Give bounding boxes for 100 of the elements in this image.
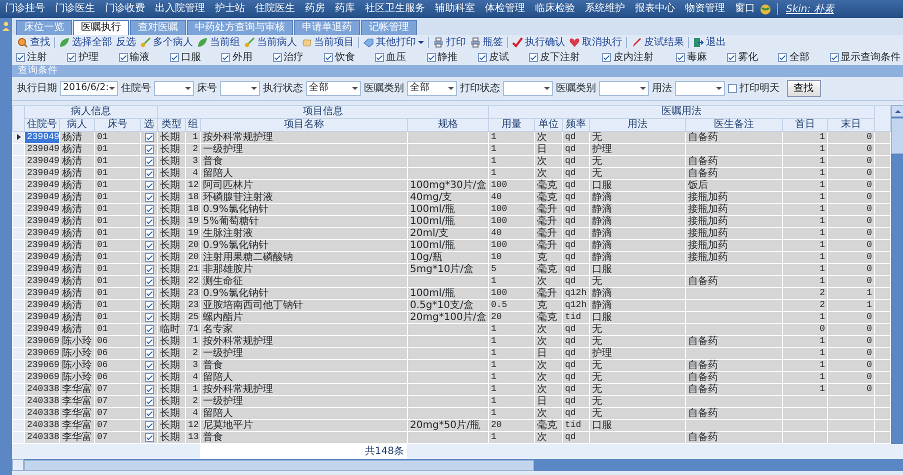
row-checkbox[interactable]	[144, 313, 154, 322]
row-checkbox[interactable]	[144, 133, 154, 142]
row-checkbox[interactable]	[144, 193, 154, 202]
row-checkbox[interactable]	[144, 409, 154, 418]
toolbar-button[interactable]: 退出	[691, 35, 728, 50]
table-cell-text: 无	[592, 132, 603, 143]
row-checkbox[interactable]	[144, 349, 154, 358]
menu-item[interactable]: 报表中心	[630, 0, 680, 18]
menu-item[interactable]: 体检管理	[480, 0, 530, 18]
combo-box[interactable]: 全部	[407, 81, 457, 96]
row-checkbox[interactable]	[144, 433, 154, 442]
toolbar-button[interactable]: 当前组	[195, 35, 242, 50]
toolbar-button[interactable]: 当前项目	[299, 35, 356, 50]
toolbar-button[interactable]: 取消执行	[567, 35, 624, 50]
row-checkbox[interactable]	[144, 289, 154, 298]
globe-icon[interactable]	[760, 4, 771, 14]
row-checkbox[interactable]	[144, 361, 154, 370]
filter-checkbox[interactable]: 血压	[375, 50, 426, 65]
tab[interactable]: 医嘱执行	[73, 20, 129, 35]
filter-checkbox[interactable]: 外用	[221, 50, 273, 65]
table-cell-text: 长期	[160, 264, 181, 275]
filter-checkbox[interactable]: 皮内注射	[602, 50, 676, 65]
filter-checkbox[interactable]: 治疗	[272, 50, 324, 65]
row-checkbox[interactable]	[144, 265, 154, 274]
row-checkbox[interactable]	[144, 253, 154, 262]
menu-item[interactable]: 住院医生	[250, 0, 300, 18]
menu-item[interactable]: 药库	[330, 0, 360, 18]
table-cell-text: 留陪人	[203, 408, 234, 419]
scroll-up-button[interactable]	[891, 105, 903, 117]
table-cell-text: 0	[818, 324, 825, 335]
table-cell-text: 接瓶加药	[688, 216, 729, 227]
combo-box[interactable]: 全部	[306, 81, 361, 96]
row-checkbox[interactable]	[144, 241, 154, 250]
filter-checkbox[interactable]: 输液	[118, 50, 170, 65]
toolbar-button[interactable]: 当前病人	[242, 35, 299, 50]
menu-item[interactable]: 门诊挂号	[0, 0, 50, 18]
table-cell-text: 40mg/支	[410, 192, 454, 203]
skin-link[interactable]: Skin: 朴素	[781, 2, 839, 16]
toolbar-button[interactable]: 反选	[114, 35, 138, 50]
menu-item[interactable]: 门诊收费	[100, 0, 150, 18]
toolbar-button[interactable]: 皮试结果	[629, 35, 686, 50]
scroll-thumb[interactable]	[24, 460, 534, 470]
search-button[interactable]: 查找	[786, 80, 820, 97]
row-checkbox[interactable]	[144, 337, 154, 346]
menu-item[interactable]: 社区卫生服务	[360, 0, 430, 18]
row-checkbox[interactable]	[144, 169, 154, 178]
table-cell-text: 1	[491, 360, 498, 371]
table-cell: 239049	[27, 192, 57, 203]
vertical-scrollbar[interactable]	[891, 105, 903, 444]
scroll-thumb[interactable]	[891, 118, 903, 154]
row-checkbox[interactable]	[144, 205, 154, 214]
row-checkbox[interactable]	[144, 373, 154, 382]
table-cell-text: 次	[537, 408, 548, 419]
table-cell-text: 100ml/瓶	[410, 288, 456, 299]
toolbar-button[interactable]: 选择全部	[57, 35, 114, 50]
menu-item[interactable]: 物资管理	[680, 0, 730, 18]
row-checkbox[interactable]	[144, 277, 154, 286]
row-checkbox[interactable]	[144, 325, 154, 334]
toolbar-button[interactable]: 多个病人	[138, 35, 195, 50]
toolbar-button[interactable]: 打印	[431, 35, 468, 50]
row-checkbox[interactable]	[144, 229, 154, 238]
toolbar-button[interactable]: 瓶签	[468, 35, 505, 50]
filter-checkbox[interactable]: 口服	[170, 50, 222, 65]
combo-box[interactable]: 2016/6/2:	[60, 81, 118, 96]
filter-checkbox[interactable]: 毒麻	[676, 50, 728, 65]
filter-checkbox[interactable]: 全部	[778, 50, 830, 65]
menu-item[interactable]: 门诊医生	[50, 0, 100, 18]
filter-checkbox[interactable]: 护理	[67, 50, 119, 65]
menu-item[interactable]: 辅助科室	[430, 0, 480, 18]
row-checkbox[interactable]	[144, 217, 154, 226]
row-checkbox[interactable]	[144, 385, 154, 394]
menu-item[interactable]: 护士站	[210, 0, 250, 18]
toolbar-button[interactable]: 执行确认	[510, 35, 567, 50]
row-checkbox[interactable]	[144, 397, 154, 406]
table-cell-text: 1	[818, 180, 825, 191]
toolbar-button[interactable]: 查找	[15, 35, 52, 50]
filter-checkbox[interactable]: 静推	[426, 50, 478, 65]
row-checkbox[interactable]	[144, 301, 154, 310]
menu-item[interactable]: 药房	[300, 0, 330, 18]
filter-checkbox[interactable]: 雾化	[727, 50, 778, 65]
row-checkbox[interactable]	[144, 181, 154, 190]
table-cell: 239049	[27, 180, 57, 191]
row-checkbox[interactable]	[144, 157, 154, 166]
filter-checkbox[interactable]: 皮下注射	[529, 50, 602, 65]
horizontal-scrollbar[interactable]	[12, 459, 903, 471]
print-tomorrow-checkbox[interactable]: 打印明天	[728, 81, 780, 96]
filter-checkbox[interactable]: 注射	[16, 50, 68, 65]
menu-item[interactable]: 出入院管理	[150, 0, 210, 18]
table-cell-text: 杨清	[62, 324, 83, 335]
table-cell-text: 1	[818, 264, 825, 275]
menu-item[interactable]: 临床检验	[530, 0, 580, 18]
table-cell-text: 01	[97, 192, 109, 203]
row-checkbox[interactable]	[144, 145, 154, 154]
menu-item[interactable]: 系统维护	[580, 0, 630, 18]
menu-item[interactable]: 窗口	[730, 0, 760, 18]
filter-checkbox[interactable]: 皮试	[478, 50, 530, 65]
filter-checkbox[interactable]: 显示查询条件	[830, 50, 903, 65]
filter-checkbox[interactable]: 饮食	[324, 50, 376, 65]
toolbar-button[interactable]: 其他打印	[361, 35, 426, 50]
row-checkbox[interactable]	[144, 421, 154, 430]
